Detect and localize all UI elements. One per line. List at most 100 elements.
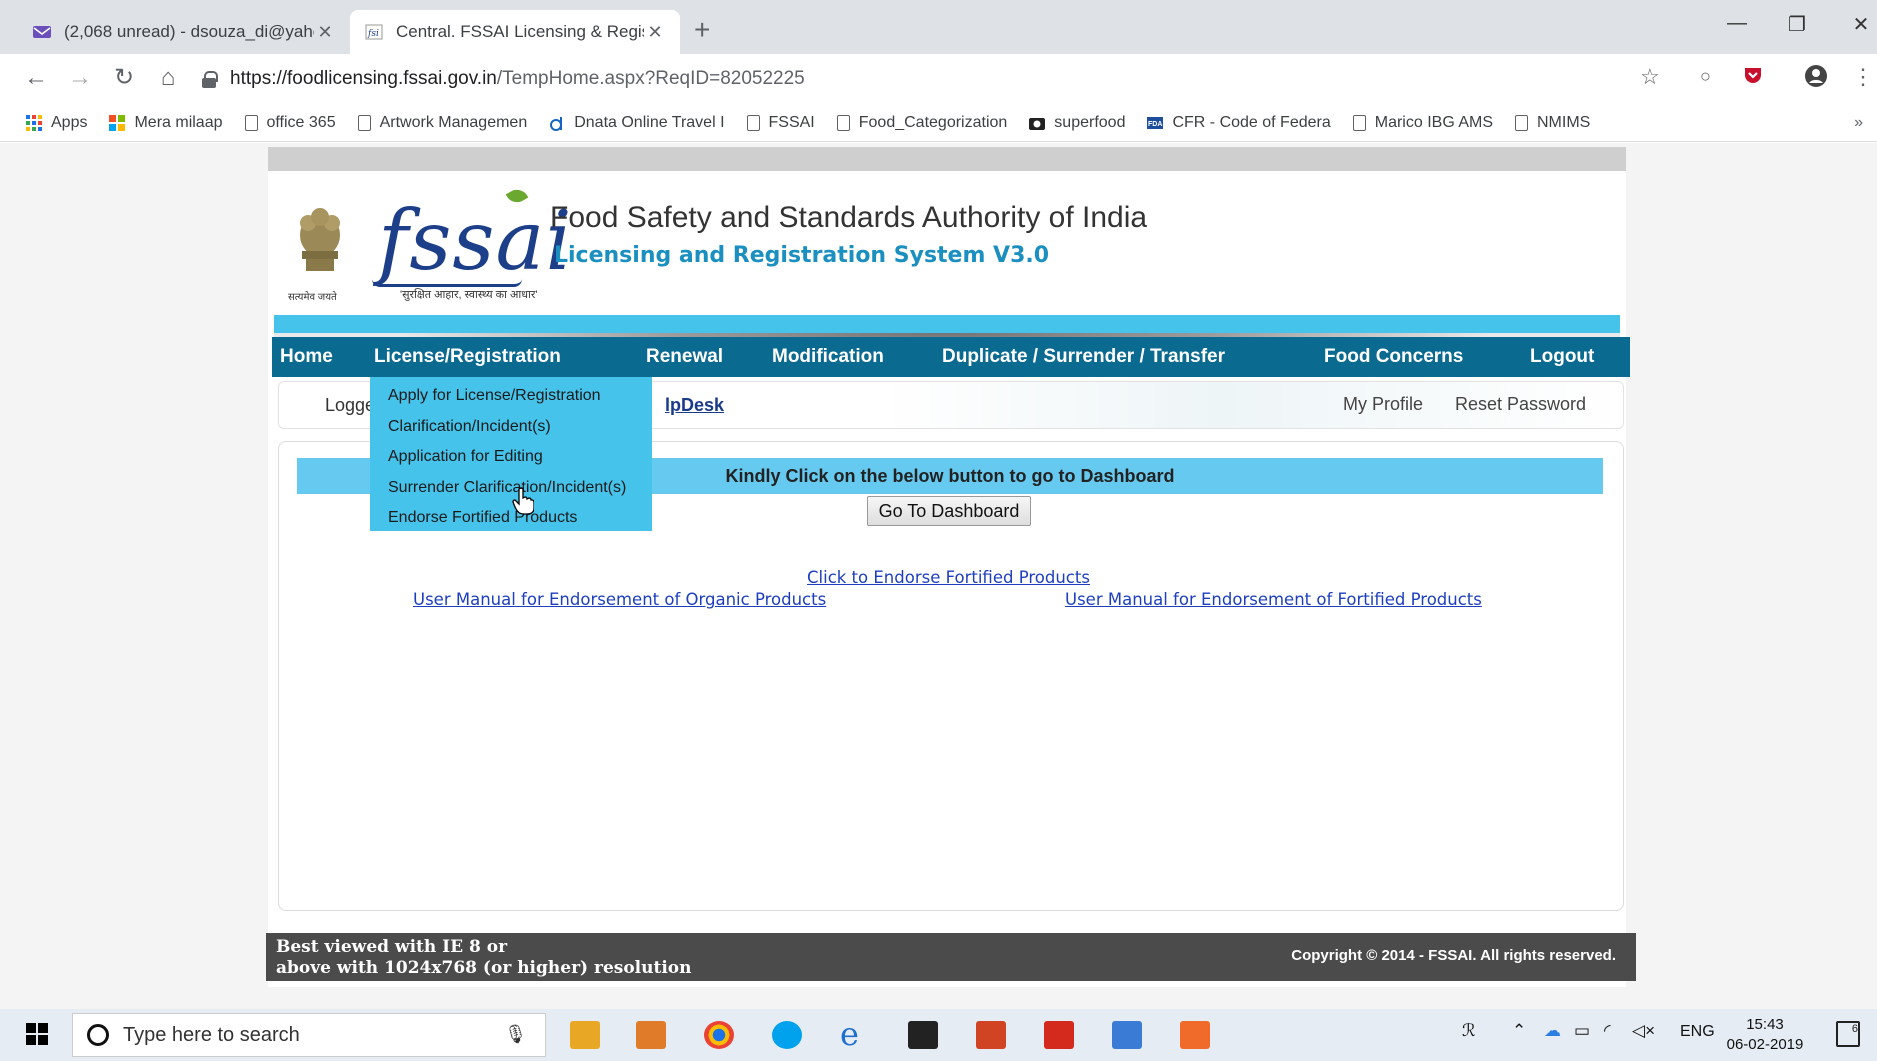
browser-tab-strip: (2,068 unread) - dsouza_di@yahc ✕ fsi Ce… bbox=[0, 0, 1877, 54]
nav-logout[interactable]: Logout bbox=[1530, 337, 1594, 377]
onedrive-icon[interactable]: ☁ bbox=[1544, 1021, 1561, 1041]
nav-modification[interactable]: Modification bbox=[772, 337, 884, 377]
page-icon bbox=[1515, 114, 1528, 131]
bookmark-artwork-management[interactable]: Artwork Managemen bbox=[357, 114, 527, 132]
tray-chevron-icon[interactable]: ⌃ bbox=[1512, 1021, 1526, 1041]
volume-muted-icon[interactable]: ◁× bbox=[1632, 1021, 1655, 1041]
tab-title: Central. FSSAI Licensing & Regist bbox=[396, 22, 644, 41]
windows-start-icon[interactable] bbox=[26, 1023, 48, 1045]
close-tab-icon[interactable]: ✕ bbox=[314, 22, 336, 43]
powerpoint-icon[interactable] bbox=[976, 1021, 1006, 1049]
outlook-icon[interactable] bbox=[636, 1021, 666, 1049]
emblem-motto: सत्यमेव जयते bbox=[288, 292, 337, 303]
go-to-dashboard-button[interactable]: Go To Dashboard bbox=[867, 496, 1031, 526]
page-container: सत्यमेव जयते fssai 'सुरक्षित आहार, स्वास… bbox=[266, 147, 1636, 987]
microphone-icon[interactable]: 🎙 bbox=[504, 1024, 527, 1045]
pocket-extension-icon[interactable] bbox=[1742, 64, 1764, 92]
footer-line-1: Best viewed with IE 8 or bbox=[276, 937, 508, 957]
tab-fssai[interactable]: fsi Central. FSSAI Licensing & Regist ✕ bbox=[350, 10, 680, 54]
language-indicator[interactable]: ENG bbox=[1680, 1023, 1715, 1041]
bookmark-fssai[interactable]: FSSAI bbox=[746, 113, 815, 132]
fssai-favicon-icon: fsi bbox=[365, 24, 383, 40]
remote-app-icon[interactable] bbox=[1112, 1021, 1142, 1049]
bookmark-label: superfood bbox=[1054, 113, 1126, 131]
menu-item-apply-license[interactable]: Apply for License/Registration bbox=[370, 381, 652, 412]
nav-food-concerns[interactable]: Food Concerns bbox=[1324, 337, 1463, 377]
snipping-app-icon[interactable] bbox=[1180, 1021, 1210, 1049]
close-tab-icon[interactable]: ✕ bbox=[644, 22, 666, 43]
helpdesk-link[interactable]: lpDesk bbox=[665, 395, 724, 416]
logo-tagline: 'सुरक्षित आहार, स्वास्थ्य का आधार' bbox=[400, 289, 538, 301]
wifi-icon[interactable]: ◜ bbox=[1604, 1021, 1611, 1041]
menu-item-clarification[interactable]: Clarification/Incident(s) bbox=[370, 412, 652, 443]
taskbar-clock[interactable]: 15:43 06-02-2019 bbox=[1722, 1015, 1808, 1055]
address-bar[interactable]: https://foodlicensing.fssai.gov.in/TempH… bbox=[202, 60, 1662, 98]
clock-date: 06-02-2019 bbox=[1726, 1036, 1804, 1053]
bookmark-label: CFR - Code of Federa bbox=[1172, 113, 1331, 131]
account-avatar-icon[interactable] bbox=[1804, 64, 1828, 94]
back-arrow-icon[interactable]: ← bbox=[20, 62, 52, 94]
people-icon[interactable]: ℛ bbox=[1462, 1021, 1476, 1041]
bookmark-label: Dnata Online Travel I bbox=[574, 113, 725, 131]
bookmark-food-categorization[interactable]: Food_Categorization bbox=[836, 114, 1007, 132]
skype-icon[interactable] bbox=[772, 1021, 802, 1049]
nav-renewal[interactable]: Renewal bbox=[646, 337, 723, 377]
nav-license-registration[interactable]: License/Registration bbox=[374, 337, 561, 377]
fda-icon: FDA bbox=[1147, 116, 1164, 129]
bookmarks-bar: Apps Mera milaap office 365 Artwork Mana… bbox=[0, 104, 1877, 142]
browser-recommendation: Best viewed with IE 8 or above with 1024… bbox=[276, 937, 692, 979]
bookmark-nmims[interactable]: NMIMS bbox=[1515, 114, 1590, 132]
extension-circle-icon[interactable]: ○ bbox=[1700, 66, 1711, 87]
notification-center-icon[interactable]: 6 bbox=[1836, 1021, 1860, 1047]
my-profile-link[interactable]: My Profile bbox=[1343, 394, 1423, 415]
org-subtitle: Licensing and Registration System V3.0 bbox=[554, 243, 1050, 268]
menu-item-surrender-clarification[interactable]: Surrender Clarification/Incident(s) bbox=[370, 473, 652, 504]
fortified-manual-link[interactable]: User Manual for Endorsement of Fortified… bbox=[1065, 590, 1482, 609]
bookmark-label: FSSAI bbox=[768, 113, 815, 131]
tab-yahoo-mail[interactable]: (2,068 unread) - dsouza_di@yahc ✕ bbox=[18, 10, 350, 54]
bookmark-office-365[interactable]: office 365 bbox=[244, 113, 336, 132]
nav-home[interactable]: Home bbox=[280, 337, 333, 377]
apps-grid-icon bbox=[26, 114, 42, 131]
windows-taskbar: Type here to search 🎙 e ℛ ⌃ ☁ ▭ ◜ ◁× ENG… bbox=[0, 1009, 1877, 1061]
restore-icon[interactable]: ❐ bbox=[1782, 12, 1812, 37]
organic-manual-link[interactable]: User Manual for Endorsement of Organic P… bbox=[413, 590, 826, 609]
new-tab-button[interactable]: + bbox=[694, 14, 710, 46]
forward-arrow-icon[interactable]: → bbox=[64, 62, 96, 94]
chrome-icon[interactable] bbox=[704, 1021, 734, 1049]
svg-text:fsi: fsi bbox=[367, 29, 379, 39]
internet-explorer-icon[interactable]: e bbox=[840, 1018, 870, 1050]
bookmark-marico[interactable]: Marico IBG AMS bbox=[1352, 114, 1493, 132]
bookmark-dnata[interactable]: Dnata Online Travel I bbox=[549, 113, 725, 132]
bookmark-apps[interactable]: Apps bbox=[26, 114, 87, 132]
footer-line-2: above with 1024x768 (or higher) resoluti… bbox=[276, 958, 692, 978]
main-nav: Home License/Registration Renewal Modifi… bbox=[272, 337, 1630, 377]
menu-dots-icon[interactable]: ⋮ bbox=[1852, 64, 1874, 90]
reload-icon[interactable]: ↻ bbox=[108, 62, 140, 94]
hand-cursor-icon bbox=[512, 487, 534, 515]
menu-item-endorse-fortified[interactable]: Endorse Fortified Products bbox=[370, 503, 652, 534]
bookmark-superfood[interactable]: superfood bbox=[1029, 114, 1125, 132]
acrobat-icon[interactable] bbox=[1044, 1021, 1074, 1049]
star-bookmark-icon[interactable]: ☆ bbox=[1640, 64, 1660, 90]
bookmark-label: Apps bbox=[51, 113, 88, 131]
svg-text:FDA: FDA bbox=[1148, 121, 1162, 128]
home-icon[interactable]: ⌂ bbox=[152, 62, 184, 94]
menu-item-application-editing[interactable]: Application for Editing bbox=[370, 442, 652, 473]
bookmark-cfr[interactable]: FDA CFR - Code of Federa bbox=[1147, 113, 1331, 132]
sticky-note-icon[interactable] bbox=[908, 1021, 938, 1049]
logged-in-text: Logge bbox=[325, 395, 376, 415]
endorse-fortified-link[interactable]: Click to Endorse Fortified Products bbox=[807, 568, 1090, 587]
mail-icon bbox=[33, 26, 51, 38]
bookmarks-overflow-icon[interactable]: » bbox=[1854, 114, 1863, 132]
minimize-icon[interactable]: — bbox=[1722, 12, 1752, 35]
taskbar-search-box[interactable]: Type here to search 🎙 bbox=[72, 1013, 546, 1057]
file-explorer-icon[interactable] bbox=[570, 1021, 600, 1049]
nav-duplicate-surrender-transfer[interactable]: Duplicate / Surrender / Transfer bbox=[942, 337, 1225, 377]
bookmark-label: office 365 bbox=[266, 113, 336, 131]
camera-icon bbox=[1029, 117, 1046, 130]
battery-icon[interactable]: ▭ bbox=[1574, 1021, 1590, 1041]
reset-password-link[interactable]: Reset Password bbox=[1455, 394, 1586, 415]
bookmark-mera-milaap[interactable]: Mera milaap bbox=[109, 114, 223, 132]
close-window-icon[interactable]: ✕ bbox=[1846, 12, 1876, 37]
